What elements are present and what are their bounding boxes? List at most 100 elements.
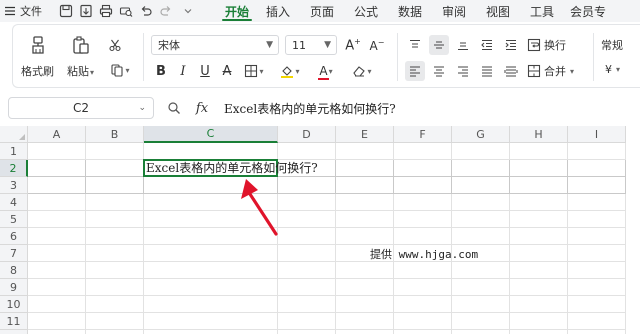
cell-g12[interactable]: [452, 330, 510, 334]
cell-h10[interactable]: [510, 296, 568, 313]
cell-b5[interactable]: [86, 211, 144, 228]
cell-b8[interactable]: [86, 262, 144, 279]
cell-d7[interactable]: [278, 245, 336, 262]
cell-b2[interactable]: [86, 160, 144, 177]
cell-f3[interactable]: [394, 177, 452, 194]
row-header-4[interactable]: 4: [0, 194, 28, 211]
cell-i11[interactable]: [568, 313, 626, 330]
column-header-d[interactable]: D: [278, 126, 336, 143]
increase-font-icon[interactable]: A+: [343, 35, 363, 55]
clear-format-dropdown-icon[interactable]: ▾: [367, 67, 371, 76]
cell-e6[interactable]: [336, 228, 394, 245]
column-header-i[interactable]: I: [568, 126, 626, 143]
cell-h3[interactable]: [510, 177, 568, 194]
underline-icon[interactable]: U: [195, 61, 215, 81]
row-header-1[interactable]: 1: [0, 143, 28, 160]
cell-g11[interactable]: [452, 313, 510, 330]
borders-dropdown-icon[interactable]: ▾: [259, 67, 263, 76]
font-color-dropdown-icon[interactable]: ▾: [329, 67, 333, 76]
cell-f4[interactable]: [394, 194, 452, 211]
cell-a5[interactable]: [28, 211, 86, 228]
strikethrough-icon[interactable]: A: [217, 61, 237, 81]
file-menu-button[interactable]: 文件: [0, 0, 56, 22]
cell-c8[interactable]: [144, 262, 278, 279]
cell-e12[interactable]: [336, 330, 394, 334]
cell-c12[interactable]: [144, 330, 278, 334]
cut-icon[interactable]: [105, 35, 125, 55]
row-header-2[interactable]: 2: [0, 160, 28, 177]
cell-i5[interactable]: [568, 211, 626, 228]
cell-d9[interactable]: [278, 279, 336, 296]
row-header-5[interactable]: 5: [0, 211, 28, 228]
cell-f1[interactable]: [394, 143, 452, 160]
cell-e4[interactable]: [336, 194, 394, 211]
fill-color-button[interactable]: ▾: [275, 61, 305, 81]
cell-g4[interactable]: [452, 194, 510, 211]
cell-e8[interactable]: [336, 262, 394, 279]
name-box[interactable]: C2 ⌄: [8, 97, 154, 119]
column-header-a[interactable]: A: [28, 126, 86, 143]
distributed-icon[interactable]: [501, 61, 521, 81]
cell-d6[interactable]: [278, 228, 336, 245]
copy-dropdown-icon[interactable]: ▾: [125, 66, 129, 75]
cell-i4[interactable]: [568, 194, 626, 211]
merge-button[interactable]: 合并 ▾: [527, 63, 574, 79]
cell-c7[interactable]: [144, 245, 278, 262]
tab-member[interactable]: 会员专: [564, 0, 608, 22]
cell-a8[interactable]: [28, 262, 86, 279]
font-name-select[interactable]: 宋体 ▼: [151, 35, 279, 55]
column-header-f[interactable]: F: [394, 126, 452, 143]
cell-c11[interactable]: [144, 313, 278, 330]
cell-d3[interactable]: [278, 177, 336, 194]
cell-f2[interactable]: [394, 160, 452, 177]
cell-b9[interactable]: [86, 279, 144, 296]
row-header-11[interactable]: 11: [0, 313, 28, 330]
cell-h6[interactable]: [510, 228, 568, 245]
cell-d5[interactable]: [278, 211, 336, 228]
cell-g9[interactable]: [452, 279, 510, 296]
cell-i10[interactable]: [568, 296, 626, 313]
zoom-icon[interactable]: [160, 101, 188, 115]
align-right-icon[interactable]: [453, 61, 473, 81]
tab-formula[interactable]: 公式: [344, 0, 388, 22]
cell-h1[interactable]: [510, 143, 568, 160]
row-header-3[interactable]: 3: [0, 177, 28, 194]
paste-dropdown-icon[interactable]: ▾: [90, 68, 94, 77]
cell-i7[interactable]: [568, 245, 626, 262]
format-painter-button[interactable]: 格式刷: [21, 35, 54, 79]
tab-page[interactable]: 页面: [300, 0, 344, 22]
cell-i9[interactable]: [568, 279, 626, 296]
cell-h11[interactable]: [510, 313, 568, 330]
cell-i3[interactable]: [568, 177, 626, 194]
cell-e2[interactable]: [336, 160, 394, 177]
fx-icon[interactable]: fx: [188, 101, 216, 116]
cell-h4[interactable]: [510, 194, 568, 211]
font-size-select[interactable]: 11 ▼: [285, 35, 337, 55]
align-left-icon[interactable]: [405, 61, 425, 81]
row-header-6[interactable]: 6: [0, 228, 28, 245]
cell-d10[interactable]: [278, 296, 336, 313]
cell-b10[interactable]: [86, 296, 144, 313]
cell-a4[interactable]: [28, 194, 86, 211]
cell-b6[interactable]: [86, 228, 144, 245]
fill-color-dropdown-icon[interactable]: ▾: [295, 67, 299, 76]
tab-home[interactable]: 开始: [218, 0, 256, 22]
cell-d8[interactable]: [278, 262, 336, 279]
save-icon[interactable]: [56, 0, 76, 22]
align-bottom-icon[interactable]: [453, 35, 473, 55]
paste-button[interactable]: 粘贴▾: [67, 35, 94, 79]
bold-icon[interactable]: B: [151, 61, 171, 81]
decrease-indent-icon[interactable]: [477, 35, 497, 55]
cell-g5[interactable]: [452, 211, 510, 228]
cell-h12[interactable]: [510, 330, 568, 334]
cell-h9[interactable]: [510, 279, 568, 296]
cell-g1[interactable]: [452, 143, 510, 160]
cell-c6[interactable]: [144, 228, 278, 245]
cell-a2[interactable]: [28, 160, 86, 177]
cell-a12[interactable]: [28, 330, 86, 334]
currency-dropdown-icon[interactable]: ▾: [616, 65, 620, 74]
quick-access-chevron-icon[interactable]: [176, 0, 200, 22]
chevron-down-icon[interactable]: ⌄: [138, 103, 146, 113]
cell-b11[interactable]: [86, 313, 144, 330]
cell-b4[interactable]: [86, 194, 144, 211]
